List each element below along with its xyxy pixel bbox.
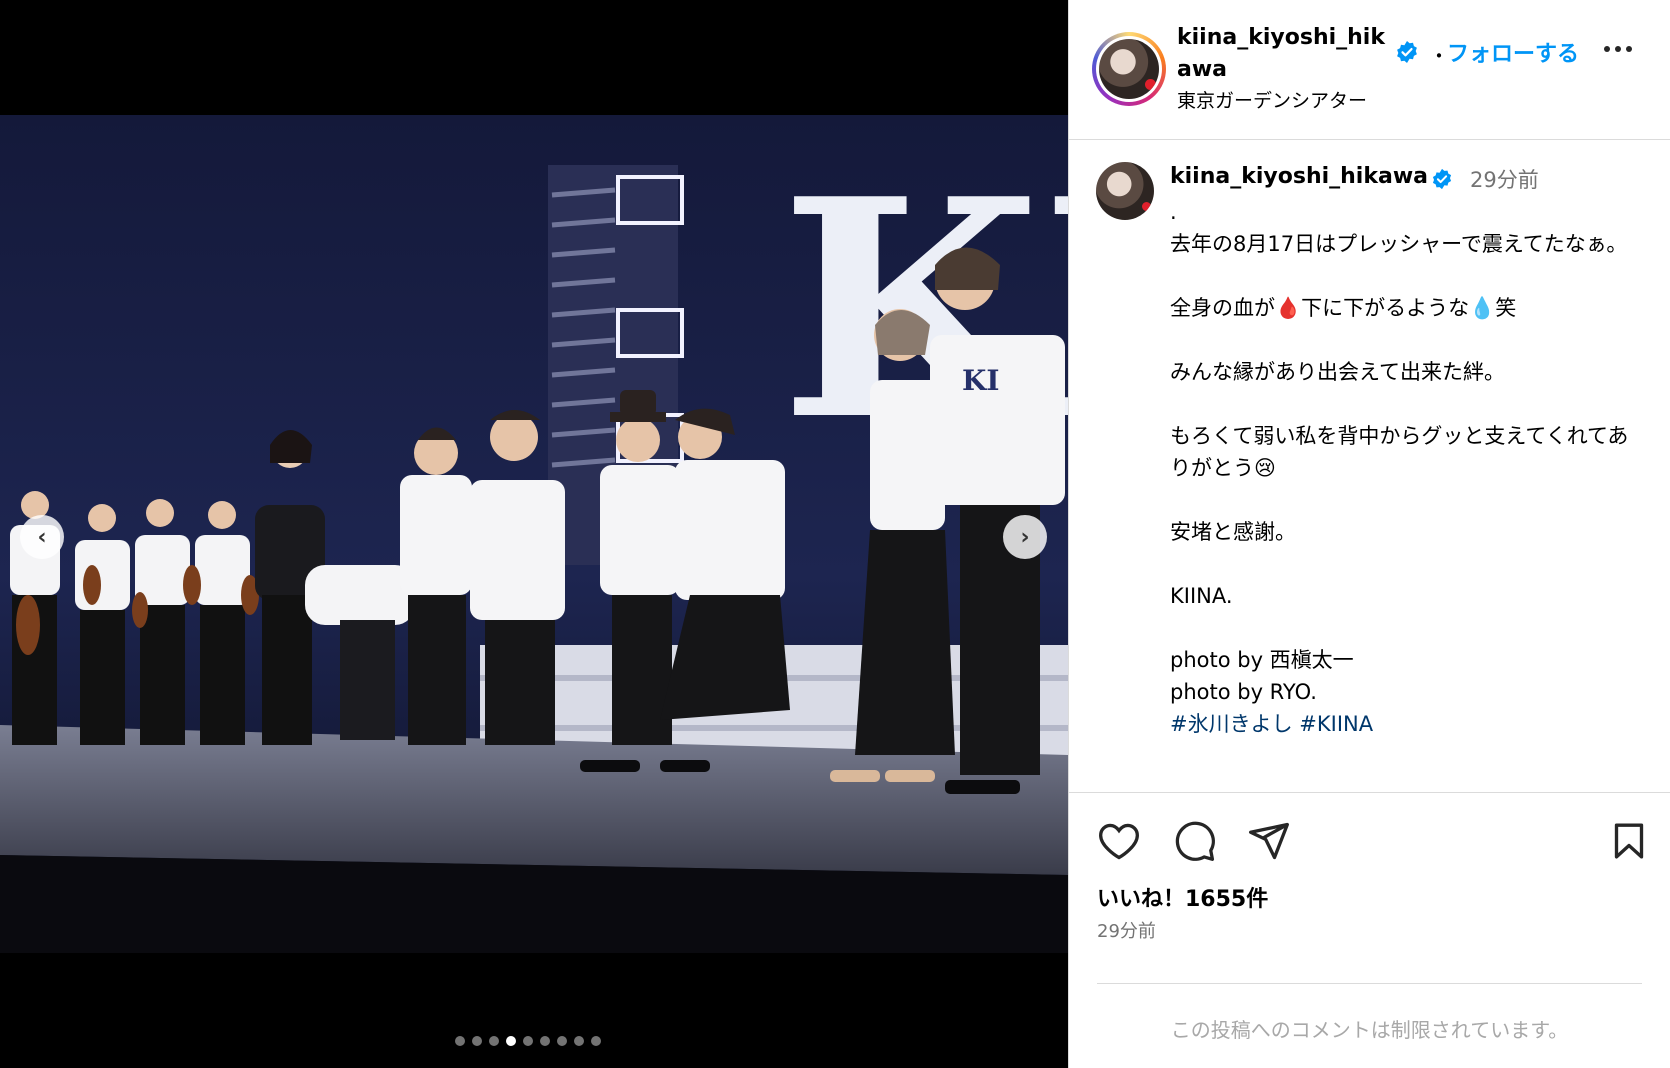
avatar: [1099, 39, 1159, 99]
caption-line: 去年の8月17日はプレッシャーで震えてたなぁ。: [1170, 232, 1628, 256]
shirt-logo: KI: [962, 364, 999, 397]
caption-hashtags[interactable]: #氷川きよし #KIINA: [1170, 708, 1640, 740]
caption-line: [1170, 388, 1640, 420]
carousel-dot: [489, 1036, 499, 1046]
bookmark-icon[interactable]: [1609, 819, 1649, 863]
separator: ・: [1429, 44, 1449, 68]
caption-line: [1170, 324, 1640, 356]
location-link[interactable]: 東京ガーデンシアター: [1177, 86, 1367, 113]
post-media: KI: [0, 0, 1068, 1068]
caption-username[interactable]: kiina_kiyoshi_hikawa: [1170, 164, 1428, 189]
caption-line: [1170, 260, 1640, 292]
chevron-left-icon: ‹: [37, 524, 47, 550]
story-ring[interactable]: [1092, 32, 1166, 106]
post-time[interactable]: 29分前: [1097, 917, 1156, 943]
caption-line: photo by RYO.: [1170, 680, 1317, 704]
caption-line: 全身の血が🩸下に下がるような💧笑: [1170, 296, 1517, 320]
carousel-next-button[interactable]: ›: [1003, 515, 1047, 559]
chevron-right-icon: ›: [1020, 524, 1030, 550]
caption-line: KIINA.: [1170, 584, 1233, 608]
carousel-dot: [506, 1036, 516, 1046]
caption-line: [1170, 612, 1640, 644]
carousel-dot: [591, 1036, 601, 1046]
header-username[interactable]: kiina_kiyoshi_hikawa: [1177, 22, 1387, 86]
caption-line: もろくて弱い私を背中からグッと支えてくれてありがとう😢: [1170, 424, 1629, 480]
caption-line: photo by 西槇太一: [1170, 648, 1354, 672]
stage-photo: KI: [0, 115, 1068, 953]
post-header: kiina_kiyoshi_hikawa ・ フォローする 東京ガーデンシアター: [1069, 0, 1670, 140]
actions-section: いいね！1655件 29分前 この投稿へのコメントは制限されています。: [1069, 792, 1670, 1052]
share-icon[interactable]: [1247, 819, 1291, 863]
likes-count[interactable]: いいね！1655件: [1097, 881, 1268, 913]
verified-badge-icon: [1432, 168, 1452, 190]
follow-button[interactable]: フォローする: [1447, 36, 1579, 68]
comments-disabled-notice: この投稿へのコメントは制限されています。: [1097, 983, 1642, 1043]
carousel-dot: [557, 1036, 567, 1046]
caption-line: [1170, 484, 1640, 516]
verified-badge-icon: [1397, 41, 1417, 63]
carousel-dot: [574, 1036, 584, 1046]
caption-line: みんな縁があり出会えて出来た絆。: [1170, 360, 1505, 384]
comment-icon[interactable]: [1173, 819, 1217, 863]
caption-time[interactable]: 29分前: [1470, 164, 1539, 194]
caption-line: 安堵と感謝。: [1170, 520, 1296, 544]
heart-icon[interactable]: [1097, 819, 1141, 863]
post-side-panel: kiina_kiyoshi_hikawa ・ フォローする 東京ガーデンシアター…: [1068, 0, 1670, 1068]
caption-avatar[interactable]: [1096, 162, 1154, 220]
caption-line: [1170, 548, 1640, 580]
more-icon[interactable]: [1604, 46, 1644, 66]
caption-area: kiina_kiyoshi_hikawa 29分前 . 去年の8月17日はプレッシ…: [1069, 140, 1670, 792]
caption-line: .: [1170, 200, 1177, 224]
carousel-dot: [455, 1036, 465, 1046]
carousel-dot: [540, 1036, 550, 1046]
caption-text: . 去年の8月17日はプレッシャーで震えてたなぁ。 全身の血が🩸下に下がるような💧笑…: [1170, 196, 1640, 740]
carousel-dot: [523, 1036, 533, 1046]
carousel-dot: [472, 1036, 482, 1046]
carousel-prev-button[interactable]: ‹: [20, 515, 64, 559]
carousel-dots: [455, 1036, 601, 1046]
